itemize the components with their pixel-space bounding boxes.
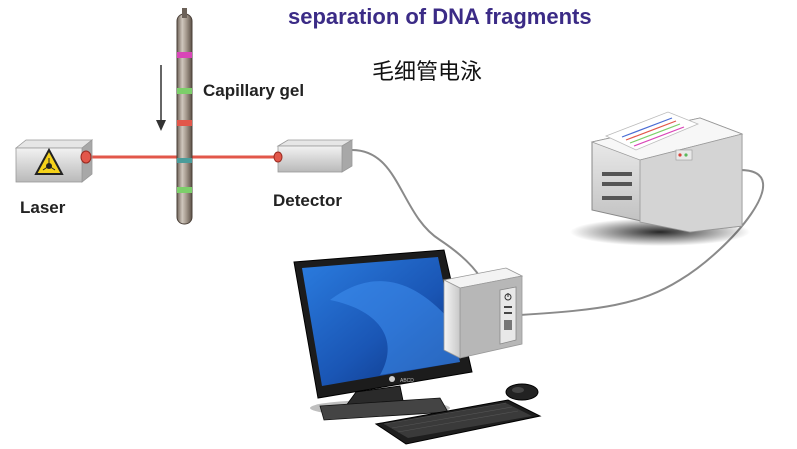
- band-red: [177, 120, 192, 126]
- band-green: [177, 88, 192, 94]
- laser-device: [14, 139, 94, 183]
- detector-device: [273, 139, 354, 173]
- diagram: ABCD separation of DNA fragments 毛细管电泳 C…: [0, 0, 797, 449]
- laser-label: Laser: [20, 198, 66, 217]
- computer-tower: [442, 267, 524, 359]
- svg-text:ABCD: ABCD: [400, 378, 414, 384]
- capillary-gel-label: Capillary gel: [203, 81, 305, 100]
- capillary-tube: [176, 8, 193, 225]
- band-teal: [177, 158, 192, 163]
- diagram-title: separation of DNA fragments: [288, 4, 592, 29]
- mouse: [505, 383, 539, 401]
- detector-label: Detector: [273, 191, 342, 210]
- printer: [570, 111, 750, 246]
- down-arrow-icon: [156, 65, 166, 131]
- diagram-subtitle: 毛细管电泳: [372, 60, 483, 85]
- band-green-lower: [177, 187, 192, 193]
- band-magenta: [177, 52, 192, 58]
